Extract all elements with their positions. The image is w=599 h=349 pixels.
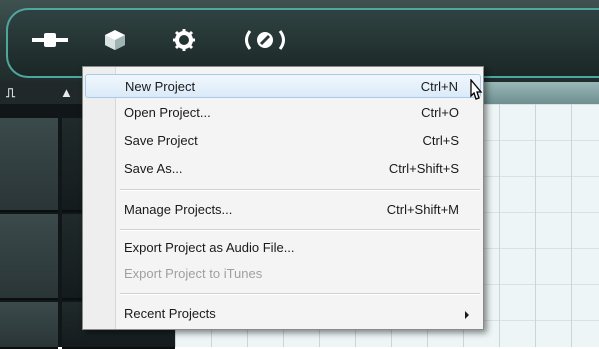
menu-item-open-project[interactable]: Open Project... Ctrl+O: [85, 101, 481, 125]
menu-item-export-itunes: Export Project to iTunes: [85, 262, 481, 286]
menu-separator: [120, 293, 480, 295]
menu-item-save-project[interactable]: Save Project Ctrl+S: [85, 129, 481, 153]
menu-item-export-audio[interactable]: Export Project as Audio File...: [85, 236, 481, 260]
menu-separator: [120, 229, 480, 231]
menu-item-label: Recent Projects: [124, 306, 216, 321]
menu-item-label: Export Project to iTunes: [124, 266, 263, 281]
gear-icon[interactable]: [170, 26, 198, 54]
menu-item-label: Save Project: [124, 133, 198, 148]
dial-icon[interactable]: [240, 26, 290, 54]
menu-item-label: Open Project...: [124, 105, 211, 120]
submenu-arrow-icon: [465, 311, 469, 319]
menu-item-label: Manage Projects...: [124, 202, 233, 217]
menu-item-shortcut: Ctrl+O: [421, 105, 459, 120]
menu-item-shortcut: Ctrl+S: [422, 133, 459, 148]
menu-item-label: New Project: [125, 79, 196, 94]
menu-item-label: Export Project as Audio File...: [124, 240, 295, 255]
menu-item-new-project[interactable]: New Project Ctrl+N: [85, 74, 481, 98]
project-menu: New Project Ctrl+N Open Project... Ctrl+…: [82, 66, 484, 330]
menu-item-shortcut: Ctrl+Shift+M: [386, 202, 459, 217]
package-icon[interactable]: [101, 26, 129, 54]
metronome-icon: ▲: [60, 85, 73, 100]
menu-item-label: Save As...: [124, 161, 183, 176]
menu-item-recent-projects[interactable]: Recent Projects: [85, 302, 481, 326]
track-pad[interactable]: [0, 118, 58, 212]
mouse-cursor-icon: [466, 78, 486, 110]
track-pad[interactable]: [0, 302, 58, 349]
menu-item-shortcut: Ctrl+N: [420, 79, 458, 94]
menu-item-shortcut: Ctrl+Shift+S: [388, 161, 459, 176]
menu-item-save-as[interactable]: Save As... Ctrl+Shift+S: [85, 157, 481, 181]
menu-separator: [120, 189, 480, 191]
plug-icon[interactable]: [28, 26, 72, 54]
menu-item-manage-projects[interactable]: Manage Projects... Ctrl+Shift+M: [85, 198, 481, 222]
pulse-icon: ⎍: [6, 85, 16, 100]
track-pad[interactable]: [0, 214, 58, 300]
